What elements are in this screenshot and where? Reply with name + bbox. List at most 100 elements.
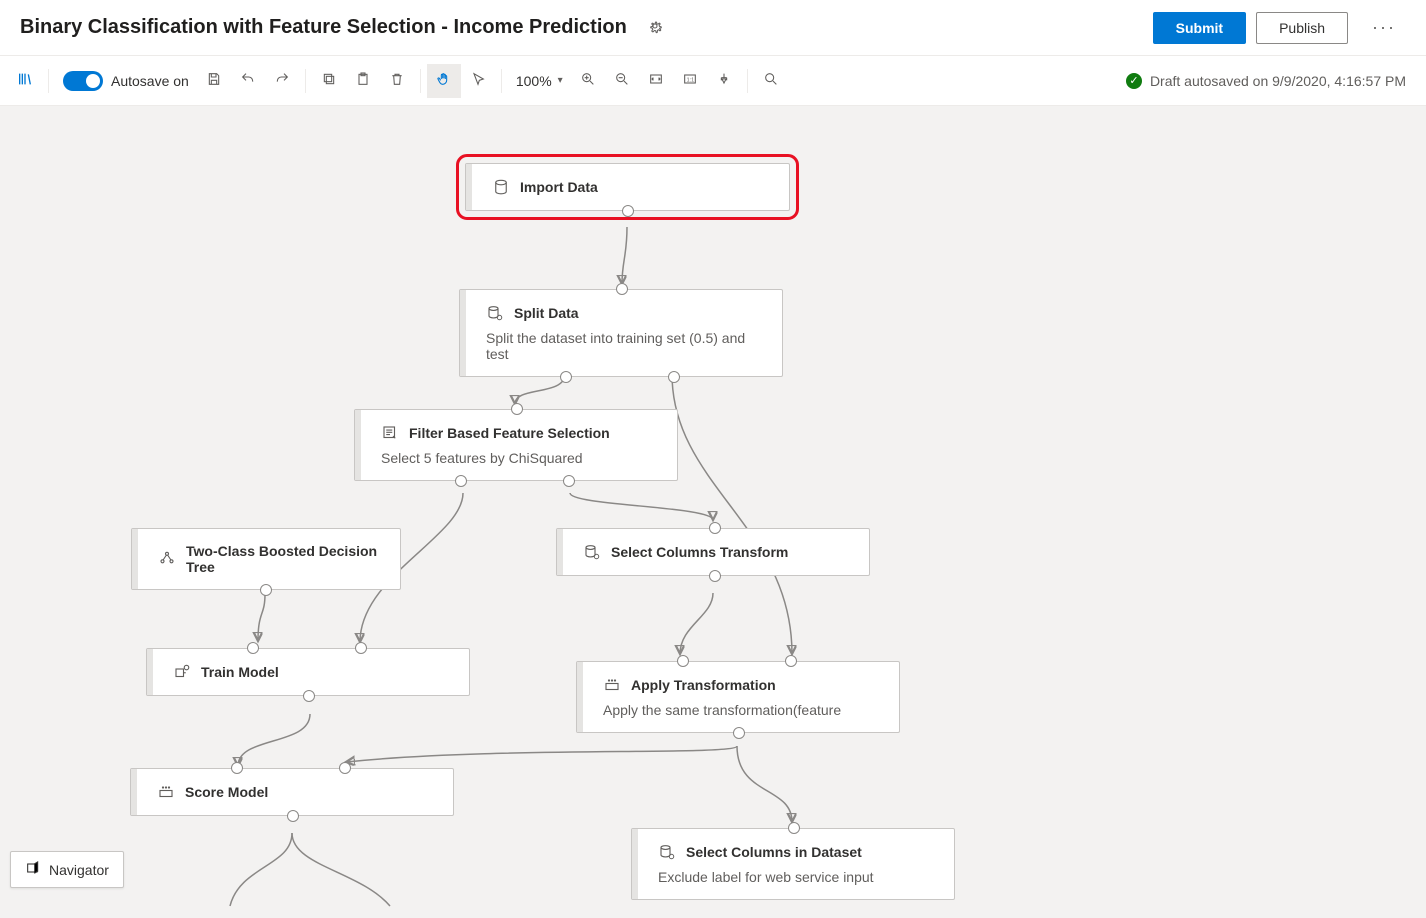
module-import-data[interactable]: Import Data — [465, 163, 790, 211]
redo-button[interactable] — [265, 64, 299, 98]
module-select-columns-dataset[interactable]: Select Columns in Dataset Exclude label … — [631, 828, 955, 900]
paste-button[interactable] — [346, 64, 380, 98]
transform-icon — [603, 676, 621, 694]
undo-button[interactable] — [231, 64, 265, 98]
submit-button[interactable]: Submit — [1153, 12, 1246, 44]
module-desc: Split the dataset into training set (0.5… — [486, 330, 766, 362]
zoom-out-icon — [614, 71, 630, 90]
redo-icon — [274, 71, 290, 90]
module-desc: Exclude label for web service input — [658, 869, 938, 885]
actual-size-button[interactable]: 1:1 — [673, 64, 707, 98]
output-port[interactable] — [287, 810, 299, 822]
module-title: Filter Based Feature Selection — [409, 425, 610, 441]
pan-tool-button[interactable] — [427, 64, 461, 98]
input-port-2[interactable] — [339, 762, 351, 774]
auto-layout-icon — [716, 71, 732, 90]
input-port-1[interactable] — [677, 655, 689, 667]
score-icon — [157, 783, 175, 801]
output-port[interactable] — [303, 690, 315, 702]
input-port[interactable] — [616, 283, 628, 295]
module-title: Apply Transformation — [631, 677, 776, 693]
input-port[interactable] — [788, 822, 800, 834]
delete-button[interactable] — [380, 64, 414, 98]
tree-icon — [158, 550, 176, 568]
module-desc: Apply the same transformation(feature — [603, 702, 883, 718]
paste-icon — [355, 71, 371, 90]
fit-screen-button[interactable] — [639, 64, 673, 98]
module-title: Import Data — [520, 179, 598, 195]
module-filter-feature-selection[interactable]: Filter Based Feature Selection Select 5 … — [354, 409, 678, 481]
output-port[interactable] — [622, 205, 634, 217]
status-text: Draft autosaved on 9/9/2020, 4:16:57 PM — [1150, 73, 1406, 89]
fit-screen-icon — [648, 71, 664, 90]
zoom-in-icon — [580, 71, 596, 90]
filter-icon — [381, 424, 399, 442]
more-menu-button[interactable]: ··· — [1362, 11, 1406, 44]
settings-button[interactable] — [641, 12, 669, 43]
module-select-columns-transform[interactable]: Select Columns Transform — [556, 528, 870, 576]
check-circle-icon: ✓ — [1126, 73, 1142, 89]
output-port[interactable] — [709, 570, 721, 582]
search-button[interactable] — [754, 64, 788, 98]
autosave-toggle[interactable]: Autosave on — [55, 71, 197, 91]
module-score-model[interactable]: Score Model — [130, 768, 454, 816]
database-split-icon — [486, 304, 504, 322]
module-title: Score Model — [185, 784, 268, 800]
columns-select-icon — [658, 843, 676, 861]
train-icon — [173, 663, 191, 681]
navigator-icon — [25, 860, 41, 879]
actual-size-icon: 1:1 — [682, 71, 698, 90]
toolbar: Autosave on 100% ▾ 1:1 ✓ Draft autosaved… — [0, 56, 1426, 106]
zoom-out-button[interactable] — [605, 64, 639, 98]
gear-icon — [647, 22, 663, 37]
zoom-value: 100% — [516, 73, 552, 89]
columns-icon — [583, 543, 601, 561]
output-port-2[interactable] — [668, 371, 680, 383]
library-panel-button[interactable] — [8, 64, 42, 98]
pointer-tool-button[interactable] — [461, 64, 495, 98]
output-port-1[interactable] — [455, 475, 467, 487]
output-port[interactable] — [260, 584, 272, 596]
input-port-1[interactable] — [247, 642, 259, 654]
input-port-1[interactable] — [231, 762, 243, 774]
navigator-label: Navigator — [49, 862, 109, 878]
pipeline-canvas[interactable]: Import Data Split Data Split the dataset… — [0, 106, 1426, 918]
copy-button[interactable] — [312, 64, 346, 98]
output-port[interactable] — [733, 727, 745, 739]
search-icon — [763, 71, 779, 90]
input-port-2[interactable] — [785, 655, 797, 667]
module-apply-transformation[interactable]: Apply Transformation Apply the same tran… — [576, 661, 900, 733]
module-split-data[interactable]: Split Data Split the dataset into traini… — [459, 289, 783, 377]
library-icon — [17, 71, 33, 90]
switch-on-icon — [63, 71, 103, 91]
module-title: Select Columns in Dataset — [686, 844, 862, 860]
autosave-label: Autosave on — [111, 73, 189, 89]
input-port[interactable] — [511, 403, 523, 415]
module-title: Select Columns Transform — [611, 544, 788, 560]
zoom-level-select[interactable]: 100% ▾ — [508, 73, 571, 89]
module-title: Two-Class Boosted Decision Tree — [186, 543, 384, 575]
database-icon — [492, 178, 510, 196]
input-port[interactable] — [709, 522, 721, 534]
output-port-2[interactable] — [563, 475, 575, 487]
navigator-button[interactable]: Navigator — [10, 851, 124, 888]
input-port-2[interactable] — [355, 642, 367, 654]
chevron-down-icon: ▾ — [558, 75, 563, 86]
save-button[interactable] — [197, 64, 231, 98]
hand-icon — [436, 71, 452, 90]
pointer-icon — [470, 71, 486, 90]
delete-icon — [389, 71, 405, 90]
ellipsis-icon: ··· — [1372, 17, 1396, 37]
output-port-1[interactable] — [560, 371, 572, 383]
publish-button[interactable]: Publish — [1256, 12, 1348, 44]
module-train-model[interactable]: Train Model — [146, 648, 470, 696]
module-title: Train Model — [201, 664, 279, 680]
save-icon — [206, 71, 222, 90]
module-desc: Select 5 features by ChiSquared — [381, 450, 661, 466]
module-boosted-decision-tree[interactable]: Two-Class Boosted Decision Tree — [131, 528, 401, 590]
zoom-in-button[interactable] — [571, 64, 605, 98]
auto-layout-button[interactable] — [707, 64, 741, 98]
autosave-status: ✓ Draft autosaved on 9/9/2020, 4:16:57 P… — [1126, 73, 1418, 89]
copy-icon — [321, 71, 337, 90]
page-title: Binary Classification with Feature Selec… — [20, 16, 627, 39]
